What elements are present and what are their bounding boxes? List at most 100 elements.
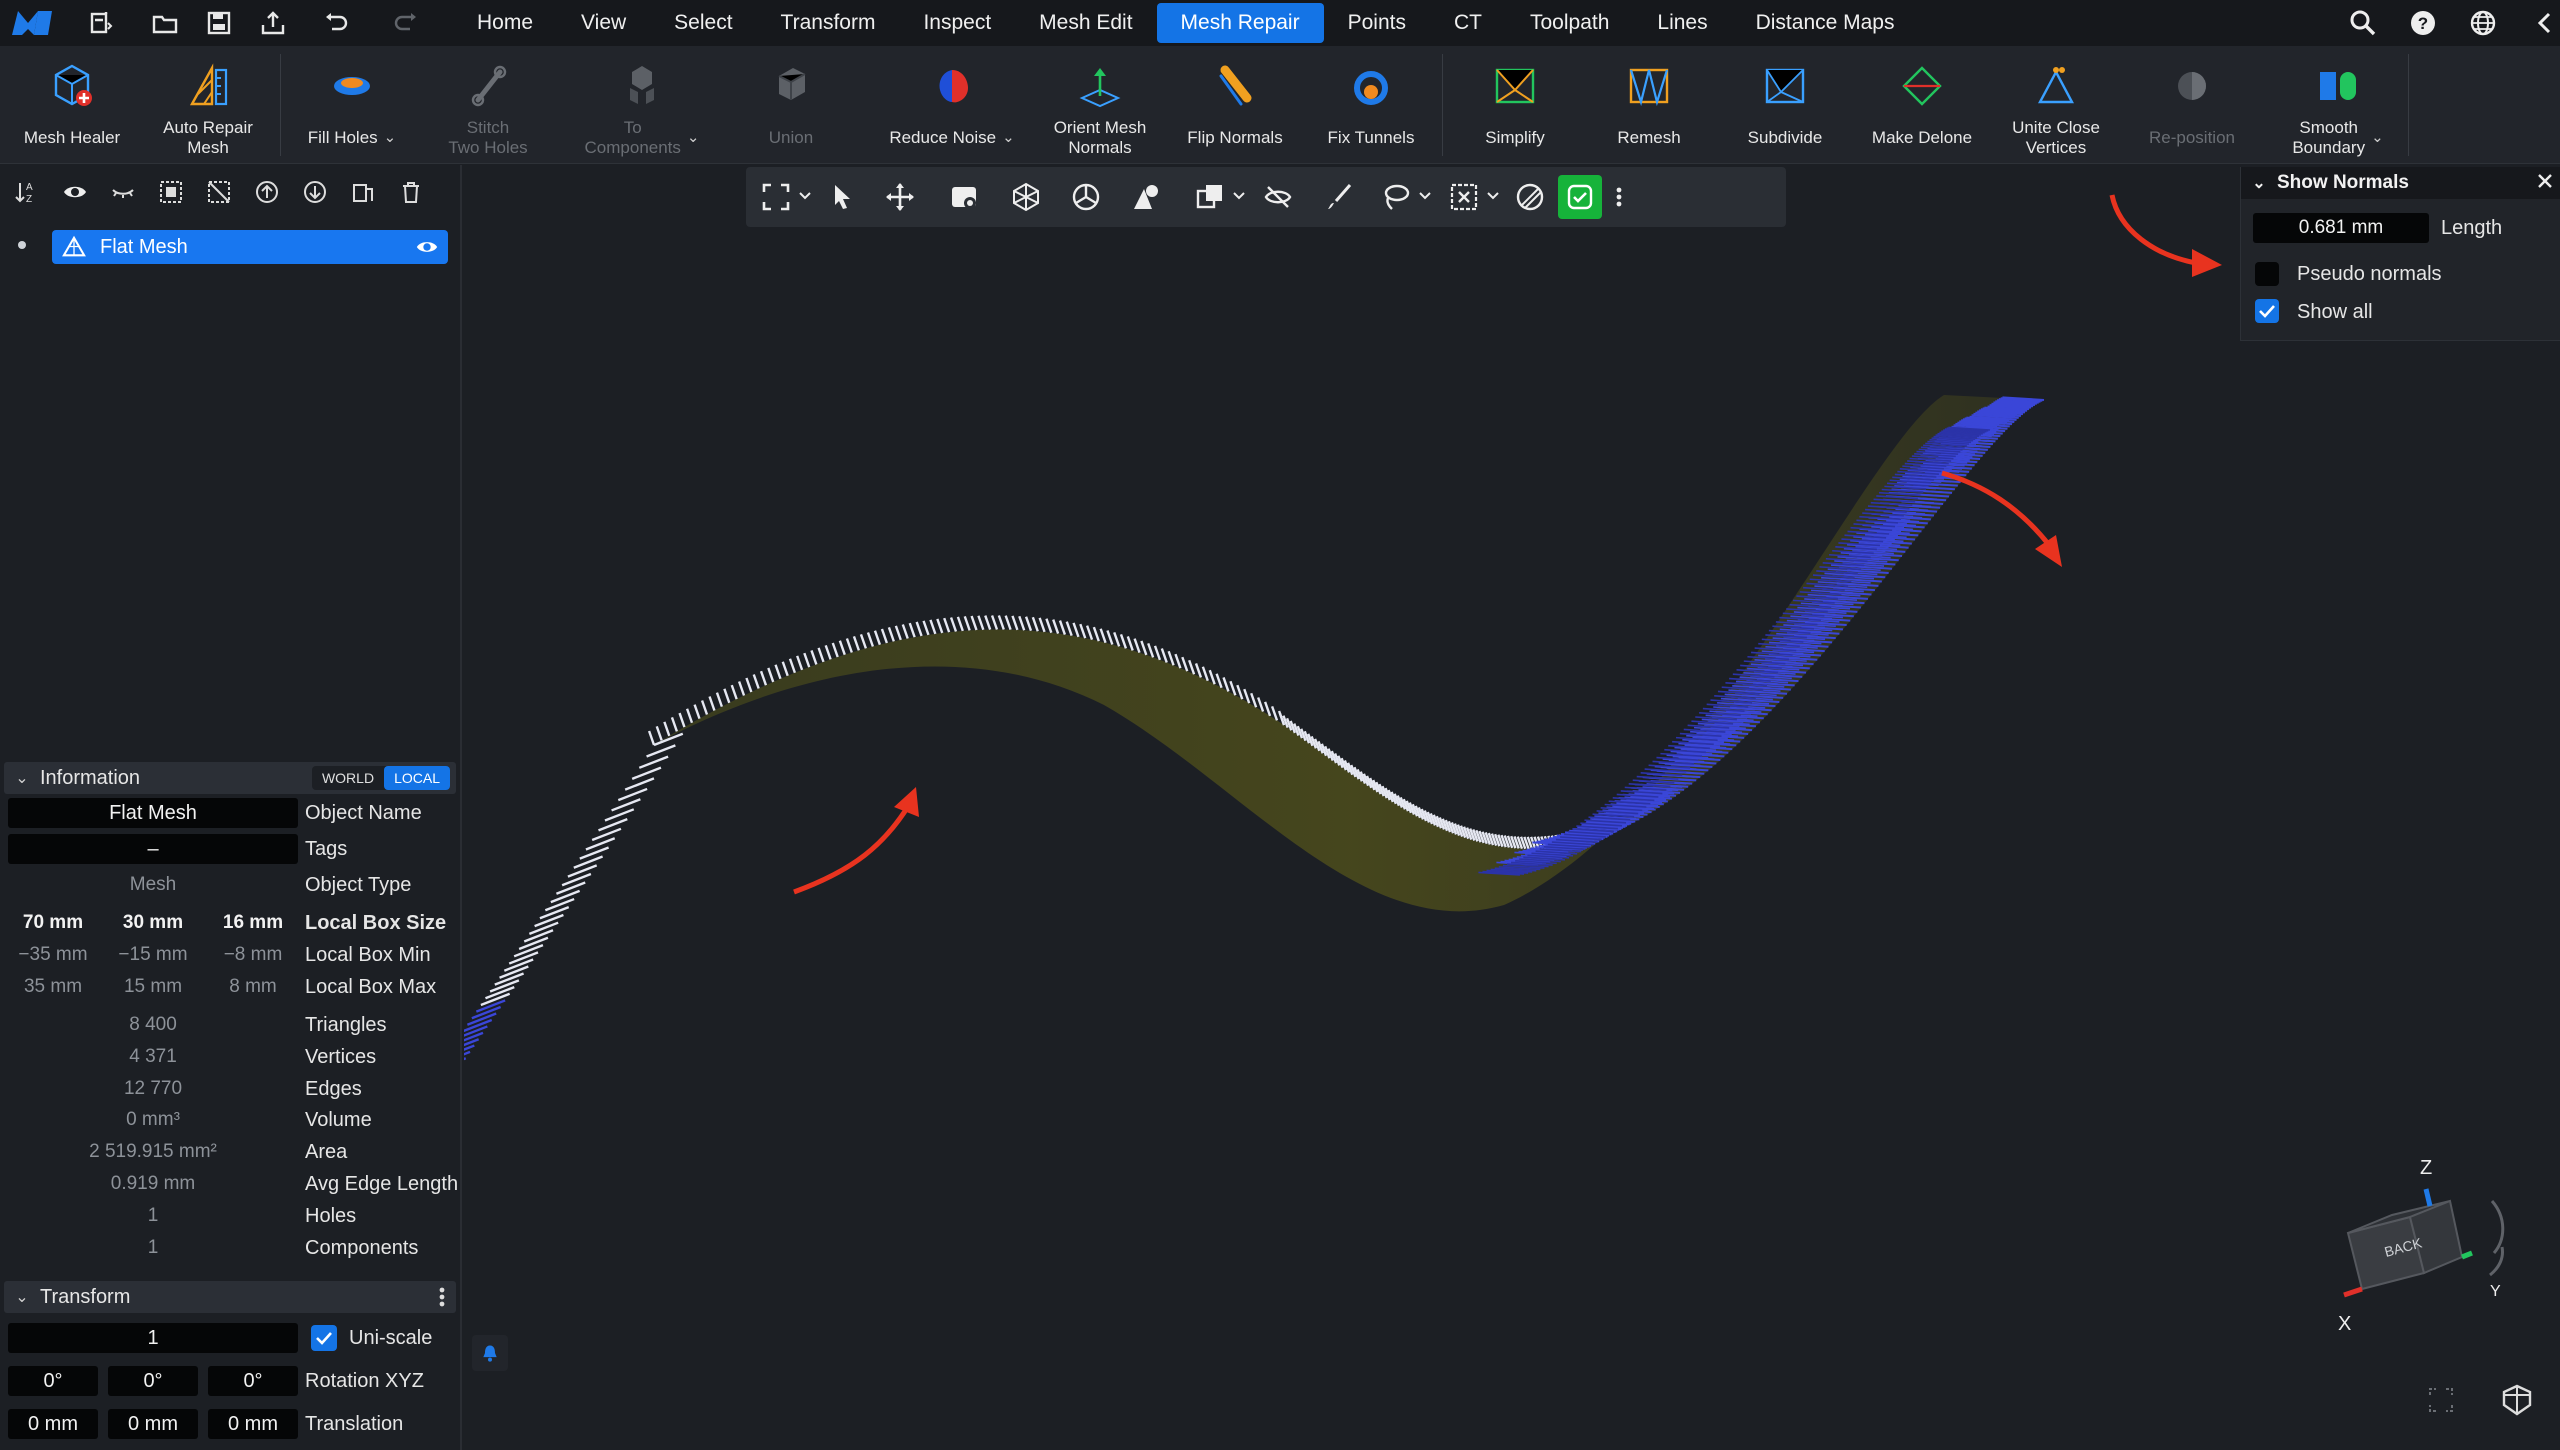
fix-tunnels-button[interactable]: Fix Tunnels xyxy=(1316,46,1426,164)
orbit-icon[interactable] xyxy=(1068,179,1104,215)
move-up-icon[interactable] xyxy=(250,175,284,209)
menu-points[interactable]: Points xyxy=(1324,3,1430,43)
lasso-icon[interactable] xyxy=(1378,179,1414,215)
translation-x-field[interactable]: 0 mm xyxy=(8,1409,98,1439)
rotation-z-field[interactable]: 0° xyxy=(208,1366,298,1396)
chevron-down-icon[interactable] xyxy=(1484,183,1502,209)
tags-field[interactable]: – xyxy=(8,834,298,864)
normal-hair xyxy=(1018,615,1026,631)
object-type-value: Mesh xyxy=(129,874,177,895)
more-options-icon[interactable] xyxy=(1610,179,1628,215)
normal-hair xyxy=(1119,633,1128,649)
normal-hair xyxy=(561,872,592,887)
normal-hair xyxy=(1208,669,1216,685)
save-icon[interactable] xyxy=(202,6,236,40)
orient-mesh-normals-button[interactable]: Orient Mesh Normals xyxy=(1040,46,1160,164)
make-delone-button[interactable]: Make Delone xyxy=(1862,46,1982,164)
fill-holes-button[interactable]: Fill Holes ⌄ xyxy=(296,46,408,164)
object-name-field[interactable]: Flat Mesh xyxy=(8,798,298,828)
chevron-down-icon[interactable] xyxy=(1416,183,1434,209)
collapse-chevron-icon[interactable] xyxy=(2530,8,2560,38)
menu-transform[interactable]: Transform xyxy=(757,3,900,43)
move-arrows-icon[interactable] xyxy=(882,179,918,215)
reduce-noise-button[interactable]: Reduce Noise ⌄ xyxy=(884,46,1020,164)
normal-hair xyxy=(873,630,882,646)
language-globe-icon[interactable] xyxy=(2468,8,2498,38)
fit-view-icon[interactable] xyxy=(758,179,794,215)
pseudo-normals-checkbox[interactable] xyxy=(2255,262,2279,286)
deselect-icon[interactable] xyxy=(202,175,236,209)
fit-screen-icon[interactable] xyxy=(2426,1385,2456,1415)
translation-y-field[interactable]: 0 mm xyxy=(108,1409,198,1439)
local-toggle[interactable]: LOCAL xyxy=(384,766,450,790)
flip-normals-button[interactable]: Flip Normals xyxy=(1180,46,1290,164)
menu-distance-maps[interactable]: Distance Maps xyxy=(1732,3,1919,43)
confirm-check-icon[interactable] xyxy=(1558,175,1602,219)
annotation-arrow-icon xyxy=(1941,470,2062,567)
normal-hair xyxy=(555,881,586,895)
information-section-header[interactable]: ⌄ Information WORLD LOCAL xyxy=(4,762,456,794)
subdivide-button[interactable]: Subdivide xyxy=(1730,46,1840,164)
translation-z-field[interactable]: 0 mm xyxy=(208,1409,298,1439)
help-icon[interactable]: ? xyxy=(2408,8,2438,38)
uni-scale-checkbox[interactable] xyxy=(311,1325,337,1351)
render-settings-icon[interactable] xyxy=(2500,1383,2534,1417)
unite-close-vertices-button[interactable]: Unite Close Vertices xyxy=(2000,46,2112,164)
menu-view[interactable]: View xyxy=(557,3,650,43)
visibility-eye-icon[interactable] xyxy=(414,235,440,265)
normal-length-field[interactable]: 0.681 mm xyxy=(2253,213,2429,243)
mesh-wireframe-icon[interactable] xyxy=(1008,179,1044,215)
scene-tree-item-flat-mesh[interactable]: Flat Mesh xyxy=(52,230,448,264)
show-eye-icon[interactable] xyxy=(58,175,92,209)
hide-eye-icon[interactable] xyxy=(106,175,140,209)
uni-scale-field[interactable]: 1 xyxy=(8,1323,298,1353)
undo-icon[interactable] xyxy=(310,6,362,40)
open-folder-icon[interactable] xyxy=(148,6,182,40)
app-logo-icon[interactable] xyxy=(8,5,60,41)
new-file-icon[interactable] xyxy=(76,6,124,40)
delete-trash-icon[interactable] xyxy=(394,175,428,209)
box-deselect-icon[interactable] xyxy=(1446,179,1482,215)
chevron-down-icon[interactable] xyxy=(796,183,814,209)
view-cube[interactable]: BACK xyxy=(2324,1157,2524,1327)
export-icon[interactable] xyxy=(256,6,290,40)
menu-ct[interactable]: CT xyxy=(1430,3,1506,43)
notifications-bell-icon[interactable] xyxy=(472,1335,508,1371)
menu-mesh-edit[interactable]: Mesh Edit xyxy=(1015,3,1156,43)
menu-mesh-repair[interactable]: Mesh Repair xyxy=(1156,3,1324,43)
clipping-box-icon[interactable] xyxy=(1192,179,1228,215)
world-toggle[interactable]: WORLD xyxy=(312,766,384,790)
brush-icon[interactable] xyxy=(1322,179,1358,215)
3d-viewport[interactable]: BACK Z X Y xyxy=(464,165,2560,1450)
menu-lines[interactable]: Lines xyxy=(1633,3,1731,43)
sort-az-icon[interactable]: AZ xyxy=(10,175,44,209)
auto-repair-mesh-button[interactable]: Auto Repair Mesh xyxy=(150,46,266,164)
rotation-y-field[interactable]: 0° xyxy=(108,1366,198,1396)
simplify-button[interactable]: Simplify xyxy=(1460,46,1570,164)
more-options-icon[interactable] xyxy=(438,1285,446,1315)
select-all-icon[interactable] xyxy=(154,175,188,209)
close-icon[interactable] xyxy=(2535,171,2555,197)
axis-x-label: X xyxy=(2338,1313,2352,1335)
search-icon[interactable] xyxy=(2348,8,2378,38)
show-normals-header[interactable]: ⌄ Show Normals xyxy=(2241,167,2560,199)
shapes-icon[interactable] xyxy=(1128,179,1164,215)
smooth-boundary-button[interactable]: Smooth Boundary ⌄ xyxy=(2270,46,2406,164)
clear-selection-icon[interactable] xyxy=(1512,179,1548,215)
mesh-healer-button[interactable]: Mesh Healer xyxy=(14,46,130,164)
menu-toolpath[interactable]: Toolpath xyxy=(1506,3,1633,43)
select-pointer-icon[interactable] xyxy=(824,179,860,215)
select-region-icon[interactable] xyxy=(946,179,982,215)
transform-section-header[interactable]: ⌄ Transform xyxy=(4,1281,456,1313)
remesh-button[interactable]: Remesh xyxy=(1594,46,1704,164)
duplicate-icon[interactable] xyxy=(346,175,380,209)
move-down-icon[interactable] xyxy=(298,175,332,209)
rotation-x-field[interactable]: 0° xyxy=(8,1366,98,1396)
chevron-down-icon[interactable] xyxy=(1230,183,1248,209)
normal-hair xyxy=(611,798,641,812)
hide-faces-icon[interactable] xyxy=(1260,179,1296,215)
menu-inspect[interactable]: Inspect xyxy=(899,3,1015,43)
menu-select[interactable]: Select xyxy=(650,3,756,43)
menu-home[interactable]: Home xyxy=(453,3,557,43)
show-all-checkbox[interactable] xyxy=(2255,299,2279,323)
